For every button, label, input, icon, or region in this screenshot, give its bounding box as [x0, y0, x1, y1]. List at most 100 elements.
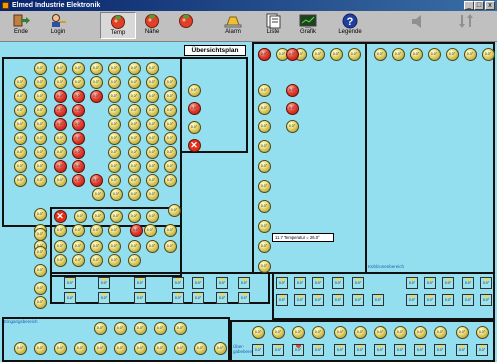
sensor-indicator[interactable]: 0.0°: [145, 89, 159, 103]
login-button[interactable]: Login: [40, 12, 76, 39]
sensor-fault-icon[interactable]: ✕: [187, 138, 201, 152]
sensor-indicator[interactable]: 0.0°: [163, 117, 177, 131]
sensor-indicator[interactable]: 0.0°: [53, 341, 67, 355]
sensor-indicator[interactable]: 0.0°: [251, 325, 265, 339]
sensor-indicator[interactable]: 0.0°: [145, 239, 159, 253]
rack-sensor[interactable]: 0.0°: [424, 277, 436, 289]
sensor-indicator[interactable]: 0.0°: [33, 227, 47, 241]
sensor-indicator[interactable]: 0.0°: [33, 341, 47, 355]
sensor-indicator[interactable]: 0.0°: [33, 75, 47, 89]
rack-sensor[interactable]: 0.0°: [172, 277, 184, 289]
sensor-indicator[interactable]: 0.0°: [127, 131, 141, 145]
sensor-indicator[interactable]: 0.0°: [113, 341, 127, 355]
sensor-indicator[interactable]: 0.0°: [481, 47, 495, 61]
sensor-indicator[interactable]: 0.0°: [53, 75, 67, 89]
sensor-alarm-indicator[interactable]: 0.0°: [89, 173, 103, 187]
rack-sensor[interactable]: 0.0°: [276, 277, 288, 289]
rack-sensor[interactable]: 0.0°: [294, 294, 306, 306]
rack-sensor[interactable]: 0.0°: [442, 277, 454, 289]
temp-button[interactable]: Temp: [100, 12, 136, 39]
sensor-indicator[interactable]: 0.0°: [173, 341, 187, 355]
sensor-indicator[interactable]: 0.0°: [163, 75, 177, 89]
sensor-indicator[interactable]: 0.0°: [145, 75, 159, 89]
sensor-indicator[interactable]: 0.0°: [53, 131, 67, 145]
sensor-indicator[interactable]: 0.0°: [53, 223, 67, 237]
rack-sensor[interactable]: 0.0°: [134, 292, 146, 304]
rack-sensor[interactable]: 0.0°: [272, 344, 284, 356]
sort-button[interactable]: [448, 12, 484, 39]
rack-sensor[interactable]: 0.0°: [276, 294, 288, 306]
sensor-indicator[interactable]: 0.0°: [53, 239, 67, 253]
ende-button[interactable]: Ende: [3, 12, 39, 39]
sensor-alarm-indicator[interactable]: 0.0°: [71, 159, 85, 173]
status-button[interactable]: [168, 12, 204, 39]
sensor-indicator[interactable]: 0.0°: [127, 159, 141, 173]
sensor-indicator[interactable]: 0.0°: [33, 103, 47, 117]
sensor-alarm-indicator[interactable]: 0.0°: [89, 89, 103, 103]
sensor-indicator[interactable]: 0.0°: [163, 131, 177, 145]
rack-sensor[interactable]: 0.0°: [372, 294, 384, 306]
alarm-button[interactable]: Alarm: [215, 12, 251, 39]
sensor-indicator[interactable]: 0.0°: [127, 89, 141, 103]
liste-button[interactable]: Liste: [255, 12, 291, 39]
sensor-indicator[interactable]: 0.0°: [329, 47, 343, 61]
sensor-indicator[interactable]: 0.0°: [107, 89, 121, 103]
sensor-indicator[interactable]: 0.0°: [73, 209, 87, 223]
sensor-indicator[interactable]: 0.0°: [145, 187, 159, 201]
sensor-alarm-indicator[interactable]: 0.0°: [53, 89, 67, 103]
sensor-indicator[interactable]: 0.0°: [33, 89, 47, 103]
sensor-indicator[interactable]: 0.0°: [163, 159, 177, 173]
sensor-indicator[interactable]: 0.0°: [333, 325, 347, 339]
sensor-indicator[interactable]: 0.0°: [89, 253, 103, 267]
sensor-indicator[interactable]: 0.0°: [163, 103, 177, 117]
rack-sensor[interactable]: 0.0°: [480, 277, 492, 289]
sensor-indicator[interactable]: 0.0°: [113, 321, 127, 335]
sensor-indicator[interactable]: 0.0°: [33, 159, 47, 173]
sensor-indicator[interactable]: 0.0°: [445, 47, 459, 61]
sensor-indicator[interactable]: 0.0°: [53, 253, 67, 267]
sensor-indicator[interactable]: 0.0°: [413, 325, 427, 339]
sensor-indicator[interactable]: 0.0°: [163, 173, 177, 187]
sensor-indicator[interactable]: 0.0°: [107, 145, 121, 159]
sensor-indicator[interactable]: 0.0°: [145, 173, 159, 187]
sensor-indicator[interactable]: 0.0°: [13, 341, 27, 355]
sensor-indicator[interactable]: 0.0°: [127, 145, 141, 159]
sensor-indicator[interactable]: 0.0°: [33, 173, 47, 187]
sensor-indicator[interactable]: 0.0°: [133, 321, 147, 335]
sensor-indicator[interactable]: 0.0°: [107, 117, 121, 131]
sensor-indicator[interactable]: 0.0°: [127, 61, 141, 75]
sensor-indicator[interactable]: 0.0°: [93, 341, 107, 355]
sensor-indicator[interactable]: 0.0°: [311, 325, 325, 339]
sensor-indicator[interactable]: 0.0°: [33, 207, 47, 221]
naehe-button[interactable]: Nähe: [134, 12, 170, 39]
sensor-indicator[interactable]: 0.0°: [145, 145, 159, 159]
sensor-indicator[interactable]: 0.0°: [143, 223, 157, 237]
sensor-indicator[interactable]: 0.0°: [373, 47, 387, 61]
sensor-indicator[interactable]: 0.0°: [145, 131, 159, 145]
sensor-indicator[interactable]: 0.0°: [145, 61, 159, 75]
rack-sensor[interactable]: 0.0°: [332, 277, 344, 289]
sensor-indicator[interactable]: 0.0°: [163, 145, 177, 159]
sensor-alarm-indicator[interactable]: 0.0°: [71, 145, 85, 159]
sensor-indicator[interactable]: 0.0°: [89, 75, 103, 89]
sensor-indicator[interactable]: 0.0°: [107, 159, 121, 173]
sensor-indicator[interactable]: 0.0°: [109, 187, 123, 201]
sensor-indicator[interactable]: 0.0°: [257, 83, 271, 97]
sensor-indicator[interactable]: 0.0°: [271, 325, 285, 339]
sensor-indicator[interactable]: 0.0°: [427, 47, 441, 61]
sensor-indicator[interactable]: 0.0°: [13, 159, 27, 173]
sensor-indicator[interactable]: 0.0°: [257, 239, 271, 253]
sensor-indicator[interactable]: 0.0°: [33, 295, 47, 309]
sensor-indicator[interactable]: 0.0°: [213, 341, 227, 355]
sensor-alarm-indicator[interactable]: 0.0°: [187, 101, 201, 115]
sensor-alarm-indicator[interactable]: 0.0°: [71, 173, 85, 187]
sensor-indicator[interactable]: 0.0°: [71, 223, 85, 237]
sensor-indicator[interactable]: 0.0°: [53, 145, 67, 159]
rack-sensor[interactable]: 0.0°: [406, 294, 418, 306]
sensor-indicator[interactable]: 0.0°: [145, 159, 159, 173]
rack-sensor[interactable]: 0.0°: [312, 344, 324, 356]
sensor-indicator[interactable]: 0.0°: [107, 103, 121, 117]
sensor-indicator[interactable]: 0.0°: [145, 103, 159, 117]
rack-sensor[interactable]: 0.0°: [64, 277, 76, 289]
sensor-indicator[interactable]: 0.0°: [257, 119, 271, 133]
